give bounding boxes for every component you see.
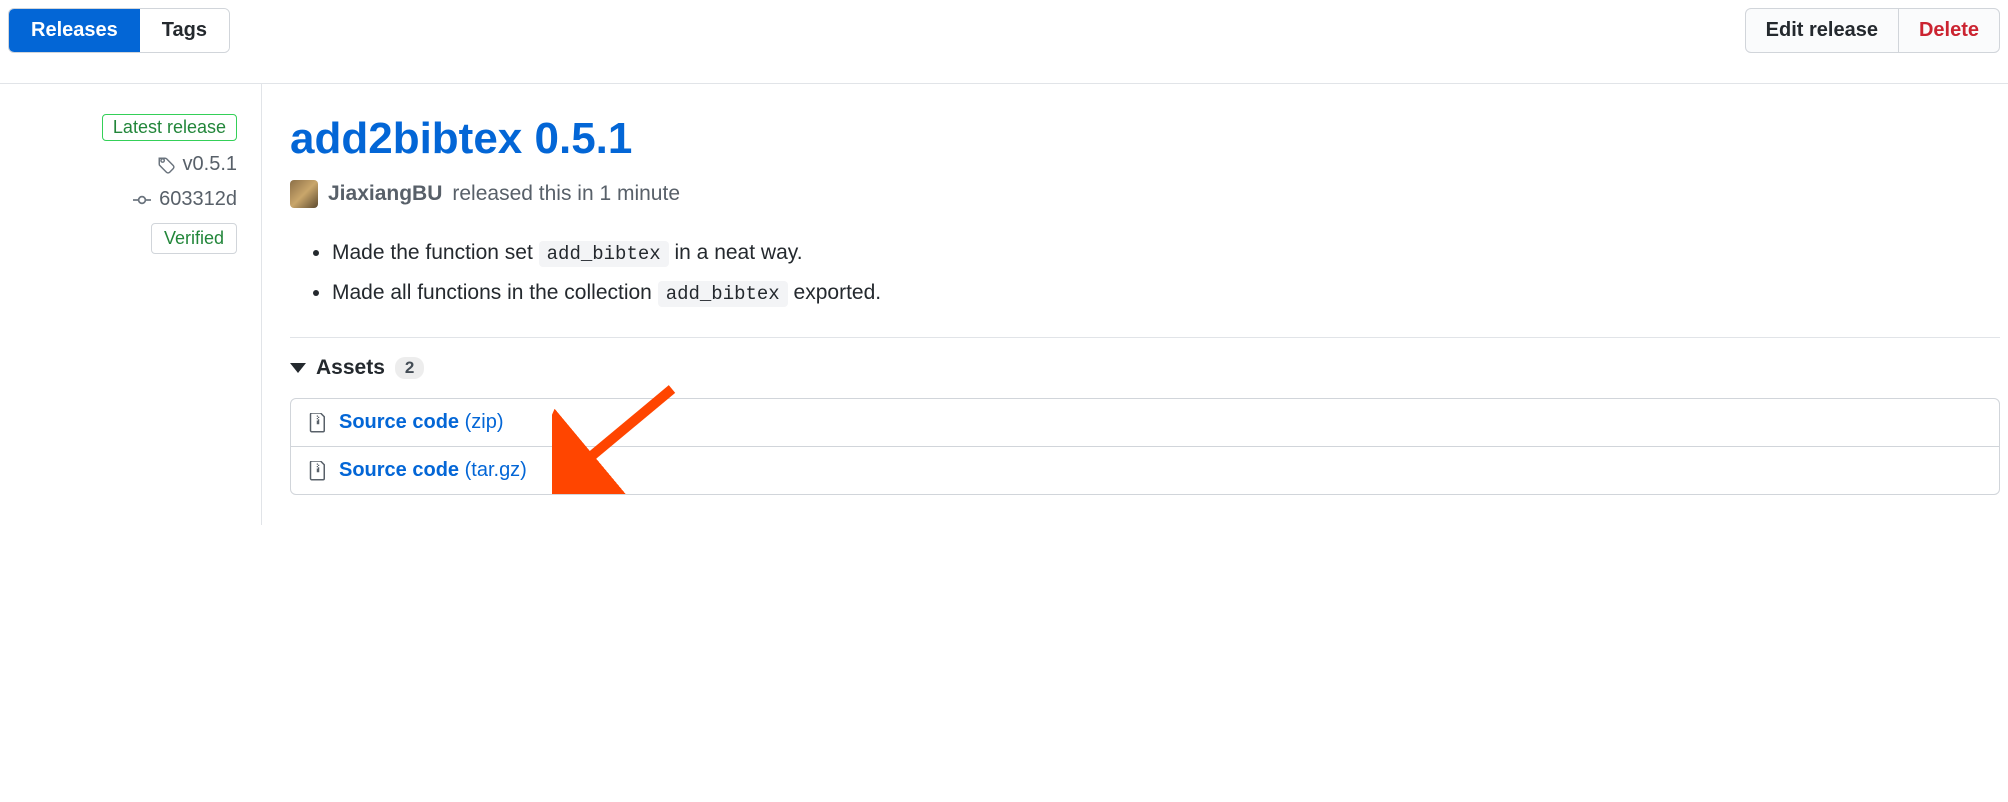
note-item: Made all functions in the collection add… <box>332 276 2000 310</box>
asset-name: Source code <box>339 459 459 481</box>
release-title[interactable]: add2bibtex 0.5.1 <box>290 114 2000 164</box>
tag-icon <box>157 156 175 174</box>
author-link[interactable]: JiaxiangBU <box>328 182 442 206</box>
note-text: in a neat way. <box>669 241 803 264</box>
assets-label: Assets <box>316 356 385 380</box>
note-text: Made all functions in the collection <box>332 281 658 304</box>
asset-name: Source code <box>339 411 459 433</box>
caret-down-icon <box>290 363 306 373</box>
asset-ext: (tar.gz) <box>465 459 527 481</box>
subnav: Releases Tags <box>8 8 230 53</box>
commit-icon <box>133 191 151 209</box>
note-text: Made the function set <box>332 241 539 264</box>
zip-icon <box>309 461 327 481</box>
commit-sha: 603312d <box>159 188 237 211</box>
tag-link[interactable]: v0.5.1 <box>157 153 237 176</box>
release-actions: Edit release Delete <box>1745 8 2000 53</box>
zip-icon <box>309 413 327 433</box>
section-divider <box>290 337 2000 338</box>
release-notes: Made the function set add_bibtex in a ne… <box>290 236 2000 309</box>
verified-badge[interactable]: Verified <box>151 223 237 254</box>
asset-list: Source code (zip) Source code (tar.gz) <box>290 398 2000 495</box>
inline-code: add_bibtex <box>539 241 669 267</box>
release-byline: JiaxiangBU released this in 1 minute <box>290 180 2000 208</box>
tab-tags[interactable]: Tags <box>140 9 229 52</box>
asset-row[interactable]: Source code (zip) <box>291 399 1999 446</box>
commit-link[interactable]: 603312d <box>133 188 237 211</box>
byline-text: released this in 1 minute <box>452 182 680 206</box>
note-item: Made the function set add_bibtex in a ne… <box>332 236 2000 270</box>
tab-releases[interactable]: Releases <box>9 9 140 52</box>
assets-toggle[interactable]: Assets 2 <box>290 356 2000 380</box>
assets-count: 2 <box>395 357 424 379</box>
latest-release-badge: Latest release <box>102 114 237 141</box>
asset-ext: (zip) <box>465 411 504 433</box>
asset-row[interactable]: Source code (tar.gz) <box>291 446 1999 494</box>
delete-release-button[interactable]: Delete <box>1898 8 2000 53</box>
release-sidebar: Latest release v0.5.1 603312d Verified <box>0 84 262 525</box>
edit-release-button[interactable]: Edit release <box>1745 8 1899 53</box>
tag-name: v0.5.1 <box>183 153 237 176</box>
note-text: exported. <box>788 281 881 304</box>
release-main: add2bibtex 0.5.1 JiaxiangBU released thi… <box>262 84 2008 525</box>
avatar[interactable] <box>290 180 318 208</box>
inline-code: add_bibtex <box>658 281 788 307</box>
